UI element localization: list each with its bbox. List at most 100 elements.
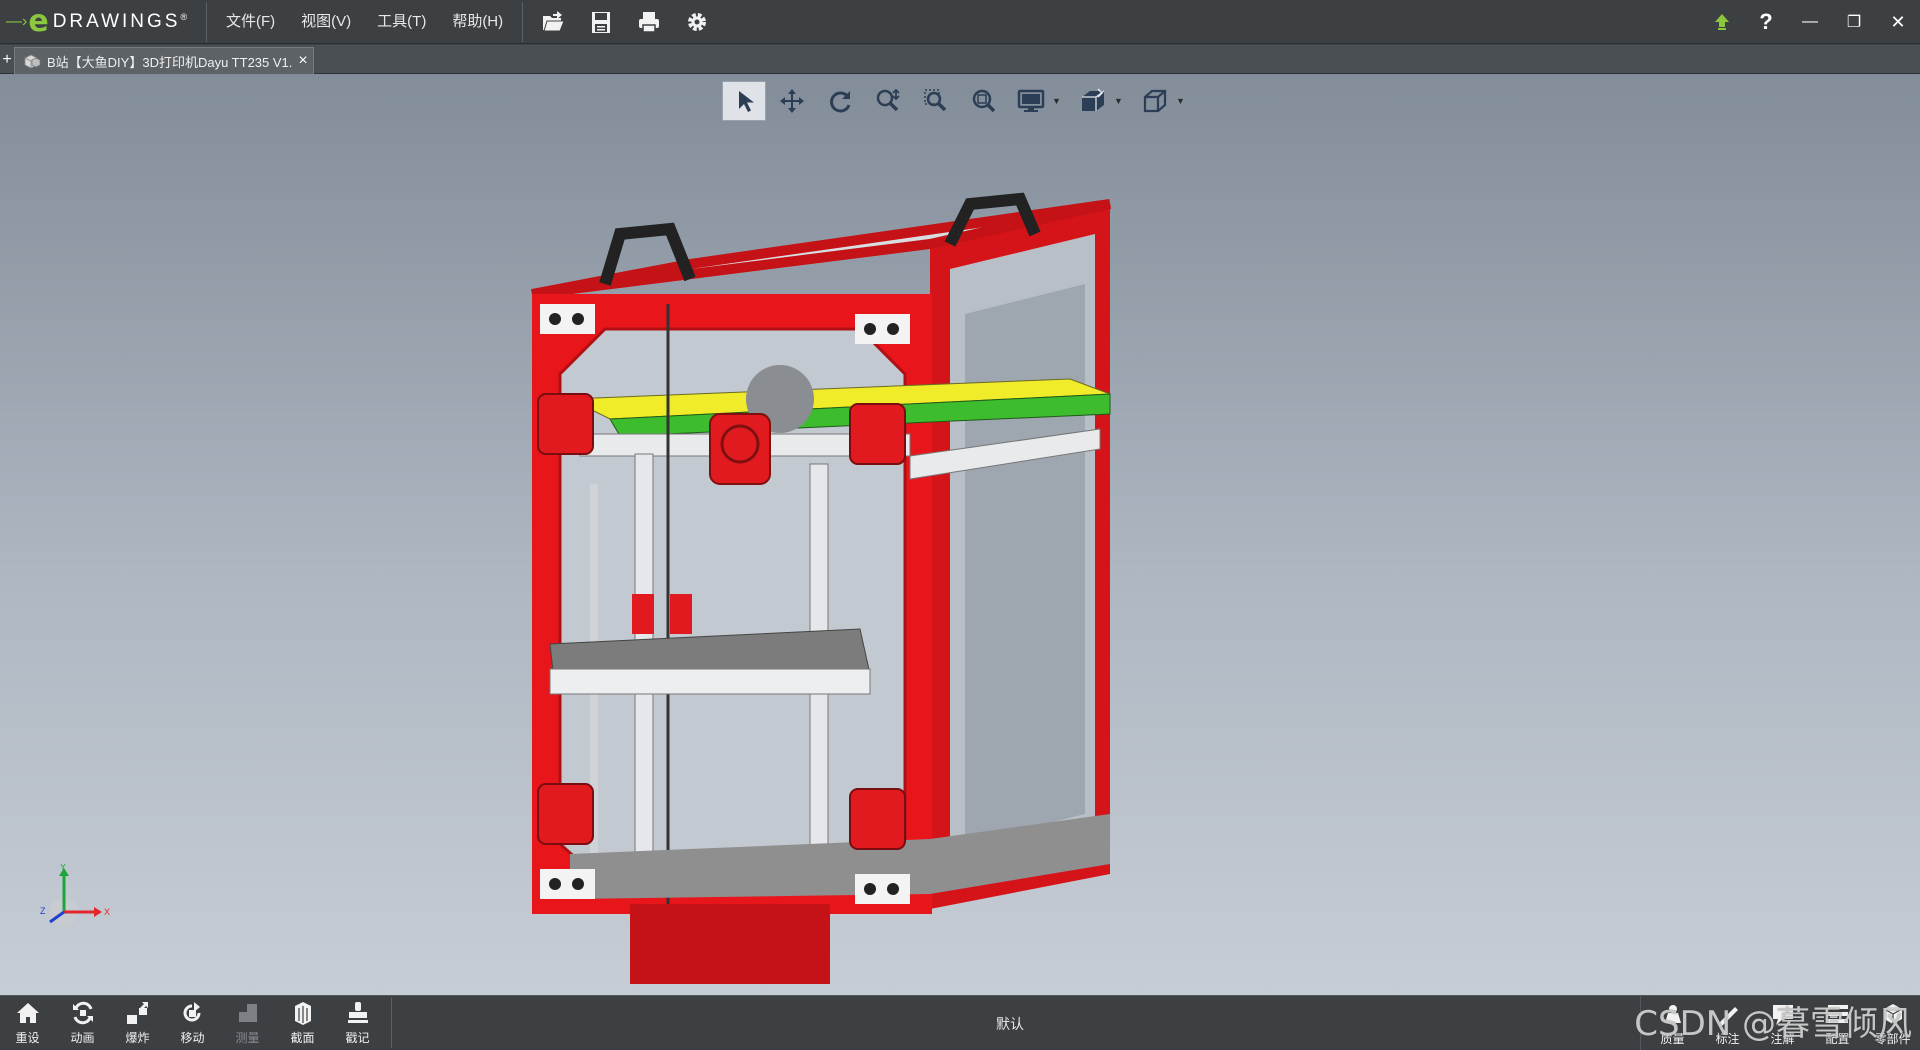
views-icon [1082,88,1105,111]
mass-label: 质量 [1660,1031,1685,1046]
corner-plate [540,304,595,334]
logo-e: e [28,3,49,39]
reset-button[interactable]: 重设 [0,996,55,1050]
base [630,904,830,984]
markup-icon [1718,1006,1738,1026]
z-axis-label: Z [40,906,46,916]
save-button[interactable] [577,0,625,44]
home-icon [16,1003,39,1023]
bracket [670,594,692,634]
logo-text: DRAWINGS [52,10,181,32]
move-button[interactable]: 移动 [165,996,220,1050]
corner-plate [540,869,595,899]
rotate-icon [830,91,851,113]
stamp-label: 戳记 [345,1031,370,1045]
logo-arrow-icon: —› [6,12,28,30]
move-icon [183,1002,200,1022]
mass-properties-button[interactable]: 质量 [1645,996,1700,1050]
right-side-inner [965,284,1085,844]
chevron-down-icon: ▼ [1176,96,1185,106]
markup-label: 标注 [1715,1031,1740,1046]
measure-button[interactable]: 测量 [220,996,275,1050]
options-button[interactable] [673,0,721,44]
explode-icon [126,1002,148,1024]
select-icon [739,91,754,112]
configuration-name: 默认 [996,1016,1024,1032]
annotations-label: 注解 [1770,1031,1795,1046]
add-tab-button[interactable]: + [0,52,14,68]
3d-printer-model[interactable] [510,174,1410,995]
section-button[interactable]: 截面 [275,996,330,1050]
open-button[interactable] [529,0,577,44]
animate-button[interactable]: 动画 [55,996,110,1050]
update-arrow-icon [1715,14,1729,30]
menu-view[interactable]: 视图(V) [288,0,364,44]
chevron-down-icon: ▼ [1114,96,1123,106]
pan-button[interactable] [770,81,814,121]
3d-viewport[interactable]: ▼ ▼ ▼ Y X Z [0,74,1920,995]
zoom-to-area-button[interactable] [914,81,958,121]
document-tab-strip: + B站【大鱼DIY】3D打印机Dayu TT235 V1.... × [0,45,1920,74]
y-axis-label: Y [60,864,66,872]
move-label: 移动 [180,1031,205,1045]
explode-label: 爆炸 [125,1031,150,1045]
help-icon: ? [1759,9,1773,34]
document-tab-label: B站【大鱼DIY】3D打印机Dayu TT235 V1.... [47,54,293,70]
bottom-right-tools: 质量 标注 注解 配置 零部件 [1640,996,1920,1050]
update-button[interactable] [1700,0,1744,44]
minimize-button[interactable]: — [1788,0,1832,44]
zoom-icon [876,88,900,112]
stamp-button[interactable]: 戳记 [330,996,385,1050]
pan-icon [780,89,804,113]
configurations-label: 配置 [1825,1031,1850,1046]
configurations-button[interactable]: 配置 [1810,996,1865,1050]
animate-label: 动画 [70,1031,95,1045]
door-hinge [849,788,906,850]
close-button[interactable]: ✕ [1876,0,1920,44]
separator [522,1,524,42]
help-button[interactable]: ? [1744,0,1788,44]
markup-button[interactable]: 标注 [1700,996,1755,1050]
zoom-to-fit-button[interactable] [962,81,1006,121]
bottom-toolbar: 重设 动画 爆炸 移动 测量 截面 戳记 默认 质量 标注 注解 配置 零部件 [0,995,1920,1050]
standard-views-icon [1143,89,1167,113]
reset-label: 重设 [15,1031,40,1045]
assembly-icon [24,54,41,69]
save-icon [592,11,611,33]
menu-file[interactable]: 文件(F) [213,0,288,44]
select-button[interactable] [722,81,766,121]
section-icon [294,1002,311,1025]
edrawings-logo: —› e DRAWINGS ® [0,0,200,44]
separator [391,998,392,1048]
corner-plate [855,874,910,904]
standard-views-dropdown[interactable]: ▼ [1134,81,1190,121]
components-button[interactable]: 零部件 [1865,996,1920,1050]
zoom-button[interactable] [866,81,910,121]
menu-help[interactable]: 帮助(H) [439,0,516,44]
annotations-button[interactable]: 注解 [1755,996,1810,1050]
display-style-dropdown[interactable]: ▼ [1010,81,1066,121]
separator [206,1,207,42]
configuration-icon [1827,1004,1848,1023]
open-folder-icon [543,10,565,31]
door-hinge [849,403,906,465]
window-controls: ? — ❐ ✕ [1700,0,1920,44]
logo-registered-mark: ® [180,11,188,22]
views-dropdown[interactable]: ▼ [1072,81,1128,121]
axis-triad: Y X Z [40,864,110,926]
document-tab[interactable]: B站【大鱼DIY】3D打印机Dayu TT235 V1.... × [14,47,314,74]
corner-plate [855,314,910,344]
rotate-button[interactable] [818,81,862,121]
annotation-icon [1772,1004,1793,1025]
bracket [632,594,654,634]
measure-icon [238,1004,257,1022]
components-icon [1883,1003,1902,1024]
view-toolbar: ▼ ▼ ▼ [722,79,1196,123]
door-hinge [537,783,594,845]
restore-button[interactable]: ❐ [1832,0,1876,44]
print-button[interactable] [625,0,673,44]
tab-close-button[interactable]: × [293,52,313,70]
menu-tools[interactable]: 工具(T) [364,0,439,44]
measure-label: 测量 [235,1031,260,1045]
explode-button[interactable]: 爆炸 [110,996,165,1050]
